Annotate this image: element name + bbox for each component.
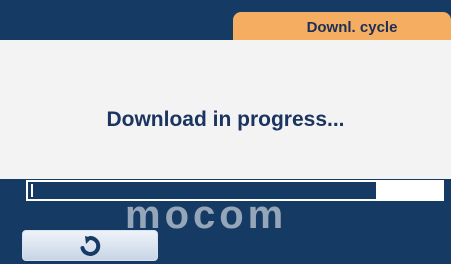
- progress-start-marker: [31, 184, 33, 197]
- progress-fill: [375, 182, 442, 199]
- status-message: Download in progress...: [106, 108, 345, 131]
- refresh-return-icon: [79, 235, 101, 257]
- back-button[interactable]: [22, 230, 158, 261]
- tab-downl-cycle[interactable]: Downl. cycle: [233, 12, 451, 42]
- tab-label: Downl. cycle: [306, 18, 398, 36]
- watermark-logo: mocom: [125, 200, 288, 230]
- screen: Downl. cycle Download in progress... moc…: [0, 0, 451, 264]
- progress-bar: [26, 180, 444, 201]
